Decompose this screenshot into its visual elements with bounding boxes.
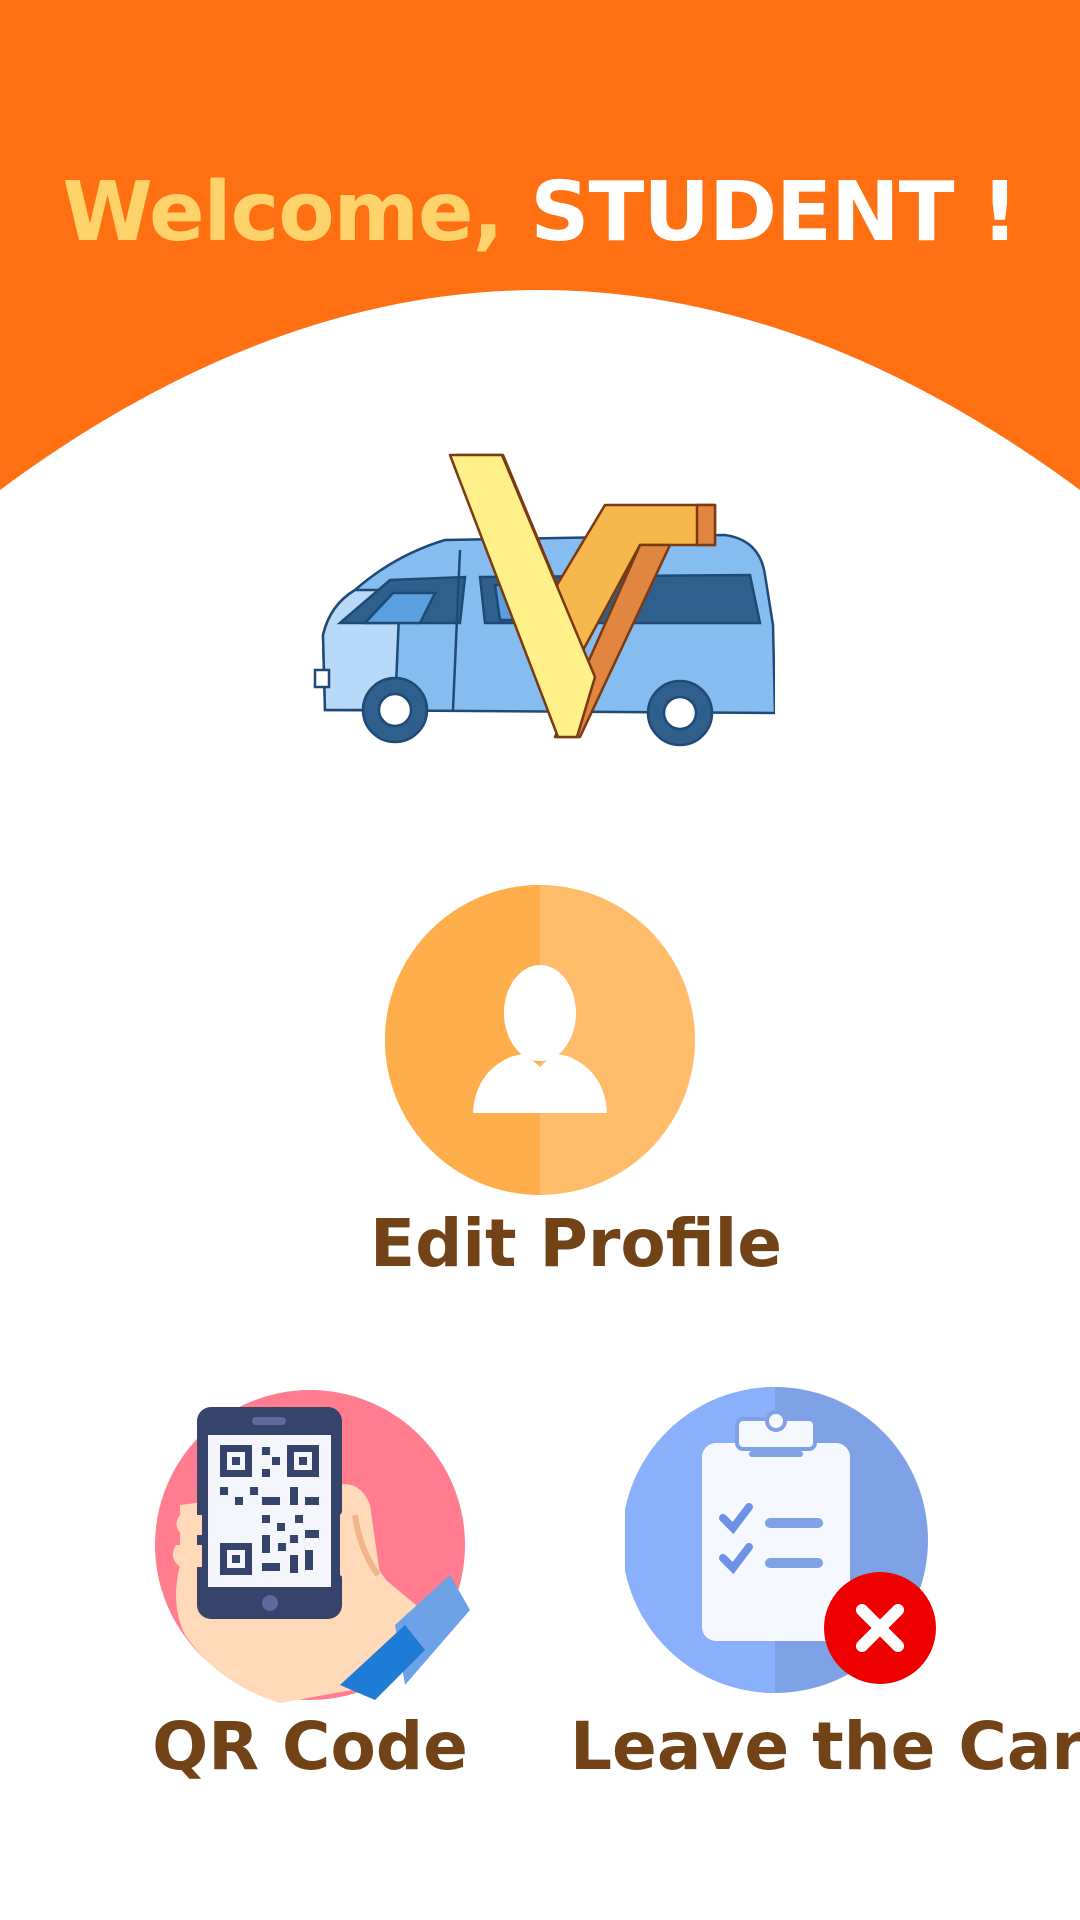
welcome-name: STUDENT ! [530, 165, 1018, 260]
clipboard-cancel-icon [625, 1387, 936, 1693]
qr-code-button[interactable]: QR Code [140, 1385, 480, 1795]
van-logo-icon [313, 453, 775, 747]
user-icon [385, 885, 695, 1195]
edit-profile-label: Edit Profile [370, 1205, 783, 1282]
qr-code-label: QR Code [152, 1708, 468, 1785]
welcome-title: Welcome, STUDENT ! [0, 165, 1080, 260]
welcome-prefix: Welcome, [62, 165, 503, 260]
edit-profile-button[interactable]: Edit Profile [370, 880, 783, 1300]
qr-phone-icon [155, 1390, 470, 1703]
leave-the-car-label: Leave the Car [570, 1708, 1080, 1785]
leave-the-car-button[interactable]: Leave the Car [570, 1385, 1080, 1795]
